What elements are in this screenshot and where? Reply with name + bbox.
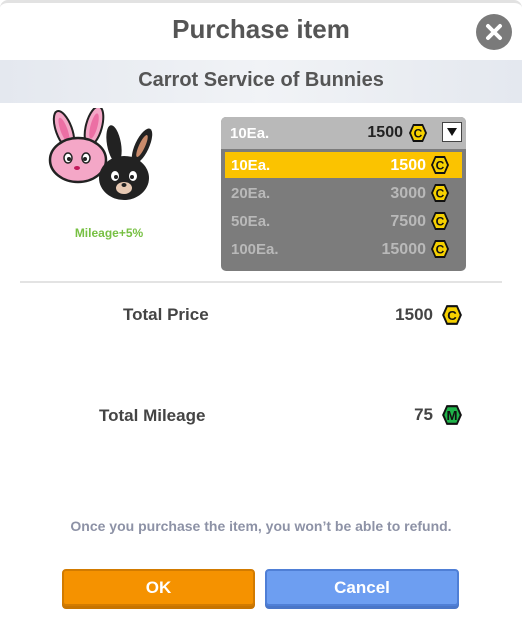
coin-icon: C [409, 124, 427, 142]
quantity-option[interactable]: 50Ea. 7500 C [225, 208, 462, 234]
option-price: 7500 [390, 213, 426, 230]
svg-text:C: C [436, 159, 445, 173]
total-price-value: 1500 [395, 305, 433, 324]
total-mileage-value: 75 [414, 405, 433, 424]
mileage-bonus-label: Mileage+5% [74, 226, 144, 240]
coin-icon: C [431, 240, 449, 258]
divider [20, 281, 502, 283]
option-price: 15000 [381, 241, 427, 258]
dropdown-toggle[interactable] [442, 122, 462, 142]
total-mileage-label: Total Mileage [99, 406, 206, 425]
mileage-icon: M [442, 405, 462, 425]
quantity-option[interactable]: 10Ea. 1500 C [225, 152, 462, 178]
item-name: Carrot Service of Bunnies [138, 69, 384, 91]
option-quantity: 50Ea. [231, 213, 271, 230]
close-icon [486, 24, 502, 40]
option-quantity: 20Ea. [231, 185, 271, 202]
svg-text:C: C [414, 127, 423, 141]
quantity-dropdown-selected[interactable]: 10Ea. 1500 C [221, 117, 466, 149]
black-bunny [99, 125, 153, 200]
svg-text:C: C [447, 308, 457, 323]
caret-down-icon [447, 128, 457, 136]
dialog-title: Purchase item [172, 14, 350, 44]
total-price-label: Total Price [123, 305, 209, 324]
option-quantity: 100Ea. [231, 241, 279, 258]
svg-text:C: C [436, 243, 445, 257]
quantity-dropdown[interactable]: 10Ea. 1500 C 10Ea. 1500 C 20Ea. 3000 C 5… [221, 117, 466, 271]
refund-notice: Once you purchase the item, you won’t be… [70, 518, 452, 534]
option-price: 3000 [390, 185, 426, 202]
coin-icon: C [431, 212, 449, 230]
cancel-button[interactable]: Cancel [265, 569, 459, 606]
selected-quantity: 10Ea. [230, 125, 270, 142]
coin-icon: C [431, 184, 449, 202]
quantity-option[interactable]: 20Ea. 3000 C [225, 180, 462, 206]
quantity-option[interactable]: 100Ea. 15000 C [225, 236, 462, 262]
svg-text:C: C [436, 215, 445, 229]
coin-icon: C [431, 156, 449, 174]
bunny-item-image [48, 108, 153, 200]
ok-button[interactable]: OK [62, 569, 255, 606]
selected-price: 1500 [367, 124, 403, 141]
coin-icon: C [442, 305, 462, 325]
option-quantity: 10Ea. [231, 157, 271, 174]
option-price: 1500 [390, 157, 426, 174]
pink-bunny [48, 108, 108, 184]
svg-text:C: C [436, 187, 445, 201]
svg-text:M: M [447, 408, 458, 423]
close-button[interactable] [476, 14, 512, 50]
